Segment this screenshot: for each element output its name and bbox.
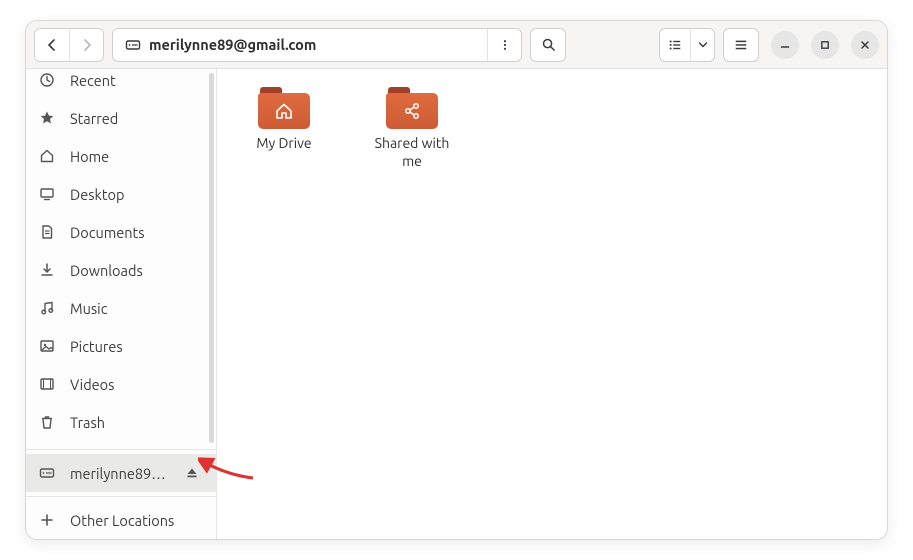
maximize-button[interactable]: [811, 31, 839, 59]
close-button[interactable]: [851, 31, 879, 59]
drive-icon: [125, 37, 141, 53]
icon-view-button[interactable]: [660, 29, 690, 61]
sidebar-item-label: Downloads: [70, 262, 204, 279]
sidebar-item-label: Pictures: [70, 338, 204, 355]
kebab-icon: [499, 39, 511, 51]
chevron-right-icon: [81, 39, 93, 51]
sidebar-item-home[interactable]: Home: [26, 137, 216, 175]
home-icon: [38, 147, 56, 165]
hamburger-icon: [734, 38, 748, 52]
content-area[interactable]: My Drive Shared with me: [217, 69, 887, 539]
music-icon: [38, 299, 56, 317]
sidebar-item-desktop[interactable]: Desktop: [26, 175, 216, 213]
star-icon: [38, 109, 56, 127]
sidebar-item-label: Home: [70, 148, 204, 165]
sidebar-item-label: Documents: [70, 224, 204, 241]
sidebar-item-pictures[interactable]: Pictures: [26, 327, 216, 365]
eject-icon: [186, 467, 198, 479]
clock-icon: [38, 71, 56, 89]
minimize-button[interactable]: [771, 31, 799, 59]
trash-icon: [38, 413, 56, 431]
body: Recent Starred Home: [26, 69, 887, 539]
hamburger-button[interactable]: [723, 28, 759, 62]
sidebar-item-music[interactable]: Music: [26, 289, 216, 327]
sidebar-scrollbar[interactable]: [209, 73, 214, 443]
view-dropdown-button[interactable]: [690, 29, 714, 61]
headerbar: merilynne89@gmail.com: [26, 21, 887, 69]
sidebar: Recent Starred Home: [26, 69, 217, 539]
sidebar-item-label: Recent: [70, 72, 204, 89]
separator: [26, 449, 216, 450]
home-icon: [274, 101, 294, 121]
view-switcher: [659, 28, 715, 62]
chevron-left-icon: [46, 39, 58, 51]
documents-icon: [38, 223, 56, 241]
folder-my-drive[interactable]: My Drive: [229, 83, 339, 157]
sidebar-item-documents[interactable]: Documents: [26, 213, 216, 251]
pictures-icon: [38, 337, 56, 355]
search-button[interactable]: [530, 28, 566, 62]
sidebar-item-label: merilynne89…: [70, 465, 166, 482]
sidebar-item-label: Music: [70, 300, 204, 317]
search-icon: [541, 37, 556, 52]
folder-icon: [258, 87, 310, 129]
file-label: Shared with me: [375, 135, 450, 170]
videos-icon: [38, 375, 56, 393]
sidebar-item-trash[interactable]: Trash: [26, 403, 216, 441]
list-icon: [668, 38, 682, 52]
sidebar-item-label: Desktop: [70, 186, 204, 203]
separator: [26, 496, 216, 497]
forward-button[interactable]: [69, 29, 103, 61]
path-segment-root[interactable]: merilynne89@gmail.com: [113, 29, 328, 61]
plus-icon: [38, 511, 56, 529]
sidebar-item-starred[interactable]: Starred: [26, 99, 216, 137]
eject-button[interactable]: [180, 461, 204, 485]
close-icon: [860, 40, 870, 50]
path-menu-button[interactable]: [487, 29, 521, 61]
downloads-icon: [38, 261, 56, 279]
sidebar-mount-gdrive[interactable]: merilynne89…: [26, 454, 216, 492]
file-manager-window: merilynne89@gmail.com: [25, 20, 888, 540]
sidebar-item-label: Trash: [70, 414, 204, 431]
sidebar-other-locations[interactable]: Other Locations: [26, 501, 216, 539]
sidebar-item-recent[interactable]: Recent: [26, 69, 216, 99]
sidebar-item-downloads[interactable]: Downloads: [26, 251, 216, 289]
sidebar-item-label: Other Locations: [70, 512, 204, 529]
nav-buttons: [34, 28, 104, 62]
sidebar-item-videos[interactable]: Videos: [26, 365, 216, 403]
minimize-icon: [780, 40, 790, 50]
desktop-icon: [38, 185, 56, 203]
drive-icon: [38, 464, 56, 482]
sidebar-item-label: Starred: [70, 110, 204, 127]
folder-icon: [386, 87, 438, 129]
chevron-down-icon: [698, 40, 708, 50]
maximize-icon: [820, 40, 830, 50]
pathbar: merilynne89@gmail.com: [112, 28, 522, 62]
sidebar-item-label: Videos: [70, 376, 204, 393]
share-icon: [402, 101, 422, 121]
path-label: merilynne89@gmail.com: [149, 36, 316, 53]
back-button[interactable]: [35, 29, 69, 61]
file-label: My Drive: [256, 135, 311, 153]
folder-shared-with-me[interactable]: Shared with me: [357, 83, 467, 174]
sidebar-scroll[interactable]: Recent Starred Home: [26, 69, 216, 445]
